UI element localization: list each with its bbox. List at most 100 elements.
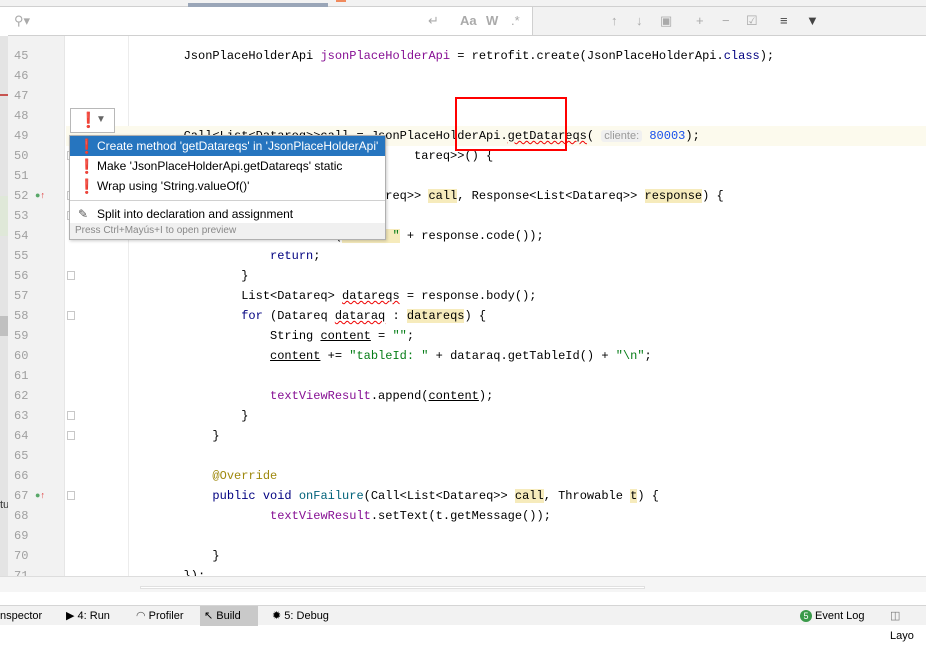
event-count-badge: 5	[800, 610, 812, 622]
menu-item-quick-fix[interactable]: ❗ Wrap using 'String.valueOf()'	[70, 176, 385, 196]
code-line[interactable]: }	[66, 266, 926, 286]
code-token: ;	[313, 249, 321, 263]
code-line[interactable]	[66, 366, 926, 386]
line-number: 45	[14, 49, 29, 63]
code-token: );	[759, 49, 775, 63]
code-token: response	[644, 189, 703, 203]
code-token: );	[685, 129, 700, 143]
code-line[interactable]: content += "tableId: " + dataraq.getTabl…	[66, 346, 926, 366]
override-method-icon[interactable]: ●↑	[35, 190, 45, 200]
code-token: datareqs	[342, 289, 400, 303]
line-number: 46	[14, 69, 29, 83]
event-log-tab[interactable]: 5 Event Log	[796, 606, 869, 626]
menu-item-label: Split into declaration and assignment	[97, 207, 294, 221]
code-token: ) {	[637, 489, 659, 503]
code-line[interactable]	[66, 446, 926, 466]
code-token: (	[586, 129, 602, 143]
error-bulb-icon: ❗	[78, 178, 96, 194]
layout-inspector-tab[interactable]: nspector	[0, 606, 46, 626]
line-number: 64	[14, 429, 29, 443]
code-token: ;	[644, 349, 652, 363]
code-line[interactable]: for (Datareq dataraq : datareqs) {	[66, 306, 926, 326]
run-tab[interactable]: ▶ 4: Run	[62, 606, 114, 626]
code-line[interactable]	[66, 66, 926, 86]
code-token: public void	[212, 489, 292, 503]
newline-icon[interactable]: ↵	[428, 13, 439, 29]
code-line[interactable]: return;	[66, 246, 926, 266]
code-line[interactable]: textViewResult.append(content);	[66, 386, 926, 406]
menu-item-quick-fix[interactable]: ❗ Make 'JsonPlaceHolderApi.getDatareqs' s…	[70, 156, 385, 176]
match-case-icon[interactable]: Aa	[460, 13, 477, 28]
next-occurrence-icon[interactable]: ↓	[636, 13, 643, 28]
profiler-tab[interactable]: ◠ Profiler	[132, 606, 188, 626]
code-token: content	[270, 349, 321, 363]
intention-actions-popup: ❗ Create method 'getDatareqs' in 'JsonPla…	[69, 135, 386, 240]
line-number: 54	[14, 229, 29, 243]
code-line[interactable]: JsonPlaceHolderApi jsonPlaceHolderApi = …	[66, 46, 926, 66]
debug-tab[interactable]: ✹ 5: Debug	[268, 606, 333, 626]
remove-selection-icon[interactable]: −	[722, 13, 730, 28]
menu-item-label: Make 'JsonPlaceHolderApi.getDatareqs' st…	[97, 159, 343, 173]
intention-bulb-button[interactable]: ❗ ▼	[70, 108, 115, 133]
code-token: textViewResult	[270, 389, 371, 403]
debug-label: 5: Debug	[284, 610, 329, 622]
code-line[interactable]: textViewResult.setText(t.getMessage());	[66, 506, 926, 526]
code-line[interactable]: List<Datareq> datareqs = response.body()…	[66, 286, 926, 306]
code-line[interactable]: public void onFailure(Call<List<Datareq>…	[66, 486, 926, 506]
line-number: 52	[14, 189, 29, 203]
code-token: + dataraq.getTableId() +	[428, 349, 616, 363]
multiline-icon[interactable]: ≡	[780, 13, 788, 28]
search-icon[interactable]: ⚲▾	[14, 13, 30, 29]
code-token: }	[126, 409, 249, 423]
line-number-gutter[interactable]: 45 46 47 48 49 50 51 52 ●↑ 53 54 55 56 57 58 59 60 61 62 63…	[8, 36, 75, 583]
code-token: });	[126, 569, 206, 576]
line-number: 62	[14, 389, 29, 403]
horizontal-scrollbar[interactable]	[0, 576, 926, 592]
editor-tab-strip[interactable]	[0, 0, 926, 7]
menu-item-quick-fix[interactable]: ❗ Create method 'getDatareqs' in 'JsonPla…	[70, 136, 385, 156]
select-all-icon[interactable]: ▣	[660, 13, 672, 29]
code-line[interactable]: String content = "";	[66, 326, 926, 346]
scrollbar-thumb[interactable]	[140, 586, 645, 589]
previous-occurrence-icon[interactable]: ↑	[611, 13, 618, 28]
search-bar: ⚲▾ ↵ Aa W .* ↑ ↓ ▣ + − ☑ ≡ ▼	[8, 7, 926, 36]
code-line[interactable]	[66, 526, 926, 546]
code-line[interactable]: @Override	[66, 466, 926, 486]
gauge-icon: ◠	[136, 610, 149, 622]
filter-icon[interactable]: ▼	[806, 13, 819, 28]
line-number: 67	[14, 489, 29, 503]
code-token: 80003	[649, 129, 686, 143]
whole-word-icon[interactable]: W	[486, 13, 498, 28]
add-selection-icon[interactable]: +	[696, 13, 704, 28]
code-token: onFailure	[298, 489, 364, 503]
code-line[interactable]: });	[66, 566, 926, 576]
line-number: 55	[14, 249, 29, 263]
pencil-icon: ✎	[78, 207, 89, 221]
layout-tab[interactable]: ◫ Layo	[886, 606, 926, 642]
chevron-down-icon: ▼	[96, 114, 106, 125]
code-line[interactable]: }	[66, 406, 926, 426]
build-tab[interactable]: ↖ Build	[200, 606, 258, 626]
menu-item-label: Create method 'getDatareqs' in 'JsonPlac…	[97, 139, 379, 153]
side-panel-strip[interactable]: tu	[0, 36, 9, 576]
line-number: 51	[14, 169, 29, 183]
override-method-icon[interactable]: ●↑	[35, 490, 45, 500]
line-number: 56	[14, 269, 29, 283]
code-token: }	[126, 269, 249, 283]
error-bulb-icon: ❗	[78, 158, 96, 174]
code-token: content	[320, 329, 371, 343]
run-label: 4: Run	[77, 610, 110, 622]
code-token: List<Datareq>	[126, 289, 343, 303]
code-line[interactable]: }	[66, 426, 926, 446]
code-token: = response.body();	[399, 289, 537, 303]
build-label: Build	[216, 610, 241, 622]
select-all-occurrences-icon[interactable]: ☑	[746, 13, 758, 29]
code-token: ""	[392, 329, 407, 343]
regex-icon[interactable]: .*	[511, 13, 520, 28]
search-input[interactable]: ⚲▾ ↵ Aa W .*	[8, 7, 533, 35]
menu-item-split-declaration[interactable]: ✎ Split into declaration and assignment	[70, 204, 385, 224]
code-token: ;	[406, 329, 415, 343]
code-line[interactable]: }	[66, 546, 926, 566]
